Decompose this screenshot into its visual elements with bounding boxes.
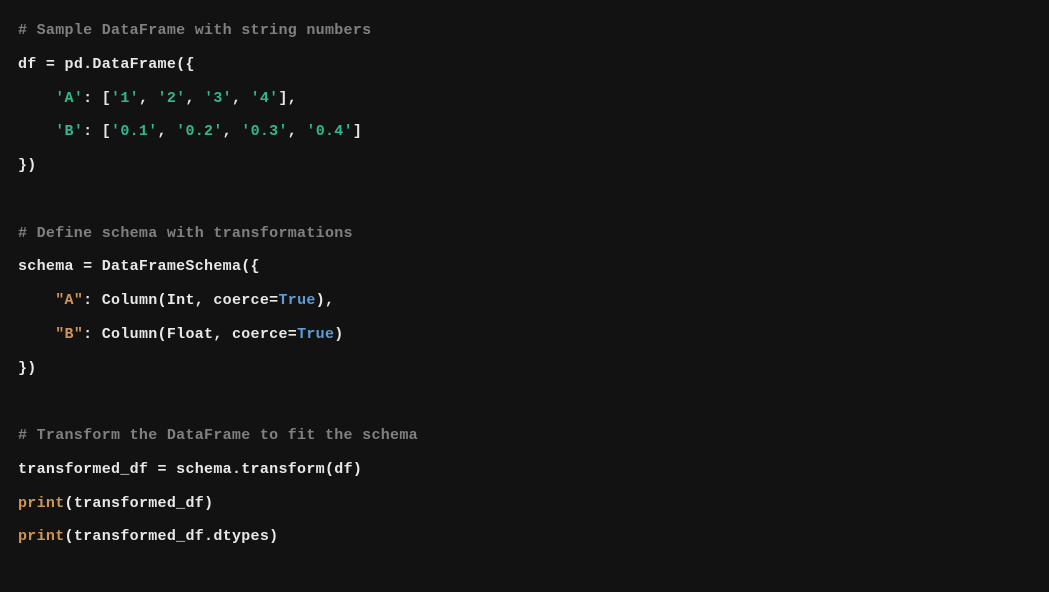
string-literal: '1' <box>111 90 139 107</box>
builtin-func: print <box>18 528 65 545</box>
code-token: = <box>74 258 102 275</box>
code-token: : <box>83 326 102 343</box>
code-token: , <box>185 90 204 107</box>
code-token: , <box>139 90 158 107</box>
code-token: : [ <box>83 123 111 140</box>
string-literal: '2' <box>158 90 186 107</box>
code-token: ], <box>278 90 297 107</box>
code-indent <box>18 326 55 343</box>
code-indent <box>18 292 55 309</box>
code-token: Column(Int, coerce= <box>102 292 279 309</box>
code-token: , <box>158 123 177 140</box>
code-token: , <box>232 90 251 107</box>
string-literal: '0.2' <box>176 123 223 140</box>
string-literal: '4' <box>251 90 279 107</box>
code-token: ) <box>204 495 213 512</box>
code-token: transformed_df.dtypes <box>74 528 269 545</box>
code-token: }) <box>18 157 37 174</box>
code-token: ( <box>65 528 74 545</box>
bool-literal: True <box>278 292 315 309</box>
code-token: transformed_df <box>74 495 204 512</box>
code-token: ) <box>334 326 343 343</box>
code-indent <box>18 90 55 107</box>
string-literal: "A" <box>55 292 83 309</box>
code-token: ] <box>353 123 362 140</box>
code-token: , <box>223 123 242 140</box>
string-literal: '0.1' <box>111 123 158 140</box>
code-token: = <box>37 56 65 73</box>
string-literal: "B" <box>55 326 83 343</box>
code-block: # Sample DataFrame with string numbers d… <box>18 14 1031 554</box>
string-literal: 'A' <box>55 90 83 107</box>
code-token: ), <box>316 292 335 309</box>
string-literal: '0.3' <box>241 123 288 140</box>
code-token: = <box>148 461 176 478</box>
code-token: DataFrameSchema( <box>102 258 251 275</box>
code-token: schema <box>18 258 74 275</box>
code-token: ( <box>65 495 74 512</box>
code-token: df <box>18 56 37 73</box>
code-token: , <box>288 123 307 140</box>
code-token: : <box>83 292 102 309</box>
code-token: ) <box>269 528 278 545</box>
code-token: { <box>185 56 194 73</box>
code-token: pd.DataFrame( <box>65 56 186 73</box>
bool-literal: True <box>297 326 334 343</box>
comment-line: # Sample DataFrame with string numbers <box>18 22 371 39</box>
code-token: Column(Float, coerce= <box>102 326 297 343</box>
code-token: schema.transform(df) <box>176 461 362 478</box>
comment-line: # Define schema with transformations <box>18 225 353 242</box>
builtin-func: print <box>18 495 65 512</box>
comment-line: # Transform the DataFrame to fit the sch… <box>18 427 418 444</box>
code-token: transformed_df <box>18 461 148 478</box>
code-token: }) <box>18 360 37 377</box>
string-literal: '3' <box>204 90 232 107</box>
code-token: { <box>251 258 260 275</box>
string-literal: 'B' <box>55 123 83 140</box>
code-indent <box>18 123 55 140</box>
string-literal: '0.4' <box>306 123 353 140</box>
code-token: : [ <box>83 90 111 107</box>
